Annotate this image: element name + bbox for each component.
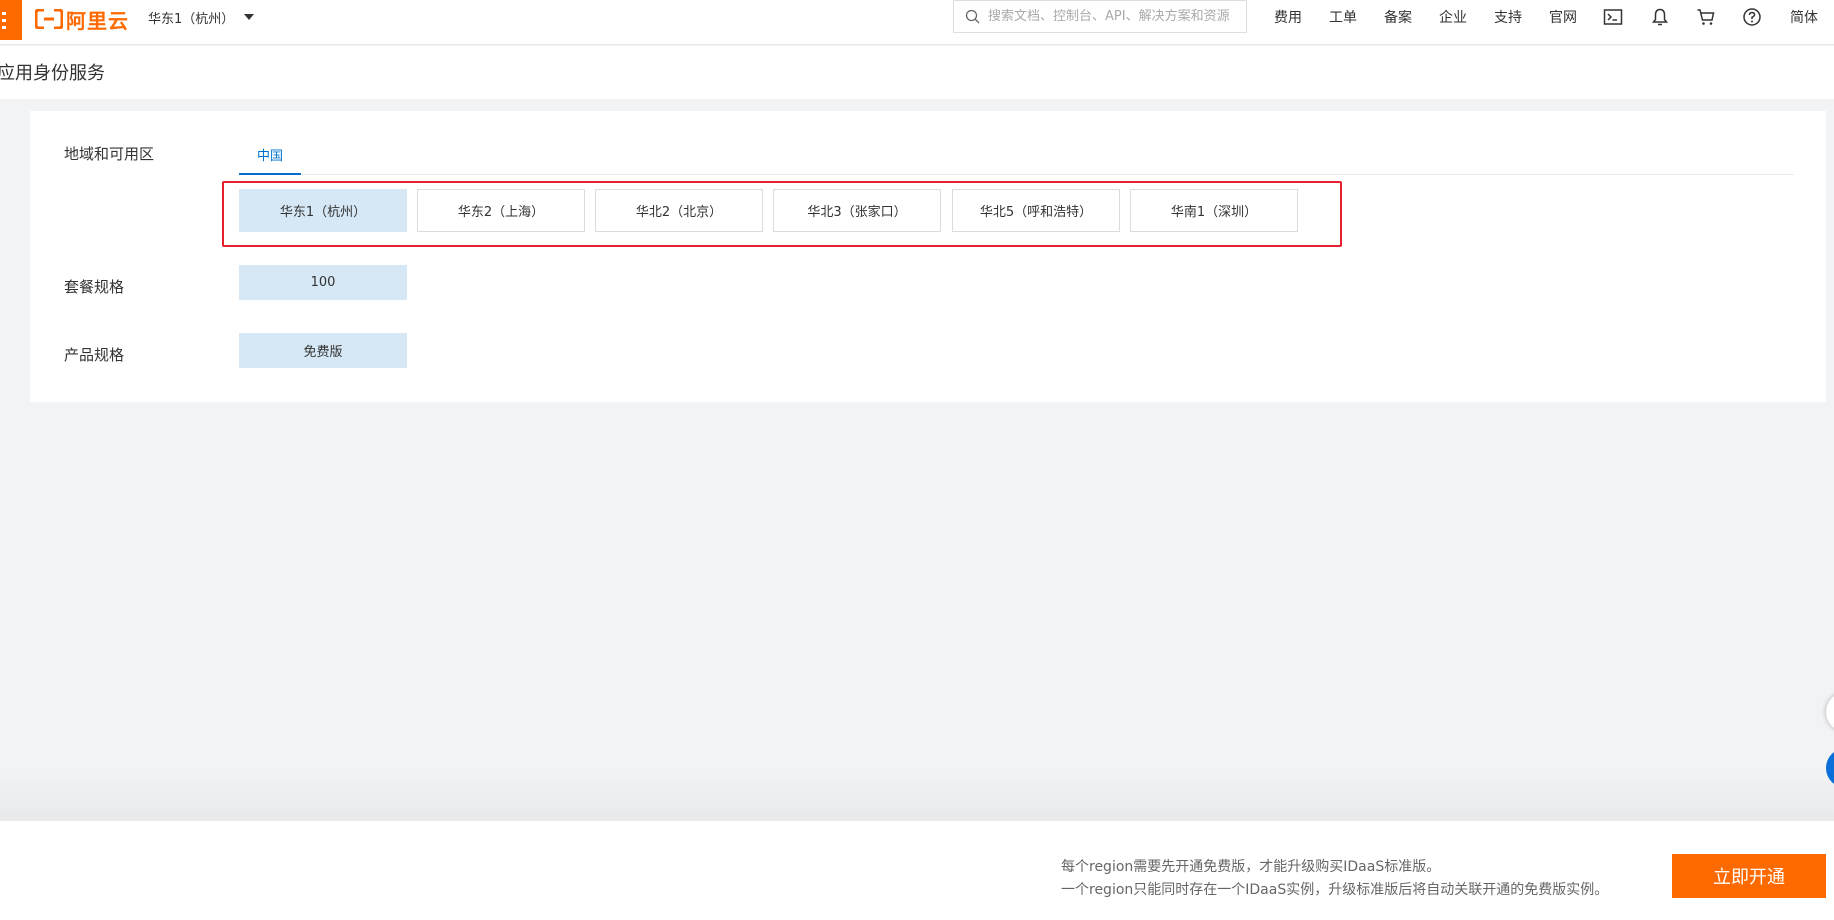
cart-icon[interactable] xyxy=(1696,7,1716,27)
top-bar: 阿里云 华东1（杭州） 费用 工单 备案 企业 支持 官网 简体 xyxy=(0,0,1834,45)
help-icon[interactable] xyxy=(1742,7,1762,27)
terminal-icon[interactable] xyxy=(1603,7,1623,27)
tab-china[interactable]: 中国 xyxy=(239,145,301,175)
search-icon xyxy=(965,9,980,24)
logo[interactable]: 阿里云 xyxy=(35,5,129,33)
nav-enterprise[interactable]: 企业 xyxy=(1439,7,1467,27)
note-line-1: 每个region需要先开通免费版，才能升级购买IDaaS标准版。 xyxy=(1061,859,1441,875)
menu-icon[interactable] xyxy=(0,0,22,40)
region-option-shenzhen[interactable]: 华南1（深圳） xyxy=(1130,189,1298,232)
bell-icon[interactable] xyxy=(1650,7,1670,27)
region-option-shanghai[interactable]: 华东2（上海） xyxy=(417,189,585,232)
aliyun-logo-icon xyxy=(35,9,63,29)
nav-tickets[interactable]: 工单 xyxy=(1329,7,1357,27)
title-band: 应用身份服务 xyxy=(0,46,1834,99)
region-option-beijing[interactable]: 华北2（北京） xyxy=(595,189,763,232)
product-option-free[interactable]: 免费版 xyxy=(239,333,407,368)
region-dropdown[interactable]: 华东1（杭州） xyxy=(148,7,255,27)
nav-icp-filing[interactable]: 备案 xyxy=(1384,7,1412,27)
product-row-label: 产品规格 xyxy=(64,346,125,364)
package-row-label: 套餐规格 xyxy=(64,278,125,296)
region-option-huhehaote[interactable]: 华北5（呼和浩特） xyxy=(952,189,1120,232)
bottom-shadow xyxy=(0,770,1834,821)
page-title: 应用身份服务 xyxy=(0,63,105,84)
config-card: 地域和可用区 中国 华东1（杭州） 华东2（上海） 华北2（北京） 华北3（张家… xyxy=(30,111,1826,402)
region-option-hangzhou[interactable]: 华东1（杭州） xyxy=(239,189,407,232)
caret-down-icon xyxy=(244,14,255,20)
logo-text: 阿里云 xyxy=(66,8,129,33)
bottom-action-bar: 每个region需要先开通免费版，才能升级购买IDaaS标准版。 一个regio… xyxy=(0,821,1834,920)
region-row-label: 地域和可用区 xyxy=(64,145,155,163)
region-option-zhangjiakou[interactable]: 华北3（张家口） xyxy=(773,189,941,232)
search-box xyxy=(953,0,1247,33)
region-dropdown-label: 华东1（杭州） xyxy=(148,11,235,27)
side-float-button[interactable] xyxy=(1826,692,1834,732)
search-input[interactable] xyxy=(988,9,1238,24)
package-option-100[interactable]: 100 xyxy=(239,265,407,300)
notes: 每个region需要先开通免费版，才能升级购买IDaaS标准版。 一个regio… xyxy=(1061,856,1608,902)
note-line-2: 一个region只能同时存在一个IDaaS实例，升级标准版后将自动关联开通的免费… xyxy=(1061,882,1609,898)
activate-button[interactable]: 立即开通 xyxy=(1672,854,1826,898)
nav-billing[interactable]: 费用 xyxy=(1274,7,1302,27)
language-switch[interactable]: 简体 xyxy=(1790,7,1818,27)
nav-official-site[interactable]: 官网 xyxy=(1549,7,1577,27)
nav-support[interactable]: 支持 xyxy=(1494,7,1522,27)
tab-divider xyxy=(239,174,1794,175)
